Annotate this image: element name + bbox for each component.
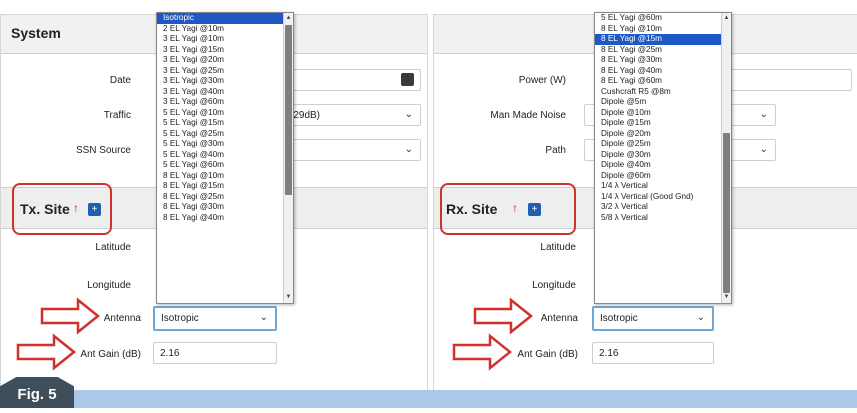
chevron-down-icon: ⌄ (696, 312, 705, 323)
traffic-label: Traffic (103, 110, 131, 121)
dropdown-option[interactable]: 5 EL Yagi @15m (157, 118, 293, 129)
dropdown-option[interactable]: Isotropic (157, 13, 293, 24)
dropdown-option[interactable]: Dipole @40m (595, 160, 731, 171)
chevron-down-icon: ⌄ (404, 109, 413, 120)
rx-ant-gain-input[interactable]: 2.16 (592, 342, 714, 364)
figure-label: Fig. 5 (0, 377, 74, 408)
tx-longitude-label: Longitude (87, 280, 131, 291)
dropdown-option[interactable]: Dipole @60m (595, 171, 731, 182)
dropdown-option[interactable]: 8 EL Yagi @30m (157, 202, 293, 213)
dropdown-option[interactable]: 8 EL Yagi @60m (595, 76, 731, 87)
dropdown-option[interactable]: 3 EL Yagi @30m (157, 76, 293, 87)
arrow-antenna-tx (40, 297, 101, 335)
dropdown-option[interactable]: Dipole @25m (595, 139, 731, 150)
rx-antenna-value: Isotropic (600, 313, 638, 324)
rx-longitude-label: Longitude (532, 280, 576, 291)
man-made-noise-label: Man Made Noise (490, 110, 566, 121)
arrow-antenna-rx (473, 297, 534, 335)
ssn-source-select[interactable]: ⌄ (283, 139, 421, 161)
chevron-down-icon: ⌄ (759, 144, 768, 155)
rx-site-title: Rx. Site (446, 201, 498, 217)
dropdown-option[interactable]: 8 EL Yagi @30m (595, 55, 731, 66)
rx-latitude-label: Latitude (540, 242, 576, 253)
dropdown-option[interactable]: 5 EL Yagi @60m (595, 13, 731, 24)
power-input[interactable] (724, 69, 852, 91)
add-icon[interactable]: + (528, 203, 541, 216)
dropdown-option[interactable]: 8 EL Yagi @25m (157, 192, 293, 203)
dropdown-option[interactable]: Cushcraft R5 @8m (595, 87, 731, 98)
dropdown-option[interactable]: 1/4 λ Vertical (595, 181, 731, 192)
tx-antenna-options: Isotropic 2 EL Yagi @10m 3 EL Yagi @10m 3 E… (157, 13, 293, 223)
traffic-value: -29dB) (290, 110, 321, 121)
dropdown-option[interactable]: 2 EL Yagi @10m (157, 24, 293, 35)
dropdown-option[interactable]: Dipole @15m (595, 118, 731, 129)
tx-ant-gain-value: 2.16 (160, 348, 180, 359)
ssn-source-label: SSN Source (75, 145, 131, 156)
dropdown-option[interactable]: 5 EL Yagi @40m (157, 150, 293, 161)
dropdown-option[interactable]: Dipole @30m (595, 150, 731, 161)
dropdown-option[interactable]: Dipole @20m (595, 129, 731, 140)
screenshot-frame: System Date Traffic -29dB) ⌄ SSN Source … (0, 0, 857, 408)
rx-antenna-dropdown[interactable]: 5 EL Yagi @60m 8 EL Yagi @10m 8 EL Yagi @1… (594, 12, 732, 304)
dropdown-option[interactable]: 8 EL Yagi @40m (157, 213, 293, 224)
calendar-icon[interactable] (401, 73, 414, 86)
dropdown-option[interactable]: 1/4 λ Vertical (Good Gnd) (595, 192, 731, 203)
dropdown-option[interactable]: 8 EL Yagi @15m (595, 34, 731, 45)
dropdown-option[interactable]: 3 EL Yagi @60m (157, 97, 293, 108)
scrollbar[interactable]: ▲ ▼ (721, 13, 731, 303)
tx-antenna-dropdown[interactable]: Isotropic 2 EL Yagi @10m 3 EL Yagi @10m 3 E… (156, 12, 294, 304)
dropdown-option[interactable]: 8 EL Yagi @10m (157, 171, 293, 182)
dropdown-option[interactable]: 3 EL Yagi @10m (157, 34, 293, 45)
tx-latitude-label: Latitude (95, 242, 131, 253)
chevron-down-icon: ⌄ (759, 109, 768, 120)
scroll-down-icon[interactable]: ▼ (723, 294, 730, 301)
dropdown-option[interactable]: 8 EL Yagi @25m (595, 45, 731, 56)
dropdown-option[interactable]: 5 EL Yagi @25m (157, 129, 293, 140)
scroll-up-icon[interactable]: ▲ (723, 15, 730, 22)
rx-ant-gain-value: 2.16 (599, 348, 619, 359)
footer-bar (58, 390, 857, 408)
date-input[interactable] (283, 69, 421, 91)
dropdown-option[interactable]: 5 EL Yagi @60m (157, 160, 293, 171)
dropdown-option[interactable]: Dipole @10m (595, 108, 731, 119)
dropdown-option[interactable]: 5 EL Yagi @30m (157, 139, 293, 150)
tx-ant-gain-input[interactable]: 2.16 (153, 342, 277, 364)
dropdown-option[interactable]: 5/8 λ Vertical (595, 213, 731, 224)
date-label: Date (109, 75, 131, 86)
pin-icon[interactable]: ↑ (73, 201, 79, 215)
dropdown-option[interactable]: 8 EL Yagi @10m (595, 24, 731, 35)
dropdown-option[interactable]: 8 EL Yagi @15m (157, 181, 293, 192)
dropdown-option[interactable]: 5 EL Yagi @10m (157, 108, 293, 119)
dropdown-option[interactable]: 8 EL Yagi @40m (595, 66, 731, 77)
dropdown-option[interactable]: 3 EL Yagi @25m (157, 66, 293, 77)
power-label: Power (W) (518, 75, 566, 86)
arrow-gain-tx (16, 333, 77, 371)
tx-antenna-select[interactable]: Isotropic ⌄ (153, 306, 277, 331)
arrow-gain-rx (452, 333, 513, 371)
dropdown-option[interactable]: 3 EL Yagi @15m (157, 45, 293, 56)
chevron-down-icon: ⌄ (404, 144, 413, 155)
dropdown-option[interactable]: 3/2 λ Vertical (595, 202, 731, 213)
dropdown-option[interactable]: Dipole @5m (595, 97, 731, 108)
rx-antenna-select[interactable]: Isotropic ⌄ (592, 306, 714, 331)
add-icon[interactable]: + (88, 203, 101, 216)
scroll-up-icon[interactable]: ▲ (285, 15, 292, 22)
dropdown-option[interactable]: 3 EL Yagi @40m (157, 87, 293, 98)
traffic-select[interactable]: -29dB) ⌄ (283, 104, 421, 126)
tx-antenna-value: Isotropic (161, 313, 199, 324)
scroll-thumb[interactable] (285, 25, 292, 195)
scroll-down-icon[interactable]: ▼ (285, 294, 292, 301)
path-label: Path (545, 145, 566, 156)
dropdown-option[interactable]: 3 EL Yagi @20m (157, 55, 293, 66)
chevron-down-icon: ⌄ (259, 312, 268, 323)
scroll-thumb[interactable] (723, 133, 730, 293)
tx-site-title: Tx. Site (20, 201, 70, 217)
rx-antenna-options: 5 EL Yagi @60m 8 EL Yagi @10m 8 EL Yagi @1… (595, 13, 731, 223)
scrollbar[interactable]: ▲ ▼ (283, 13, 293, 303)
system-title: System (11, 25, 61, 41)
pin-icon[interactable]: ↑ (512, 201, 518, 215)
